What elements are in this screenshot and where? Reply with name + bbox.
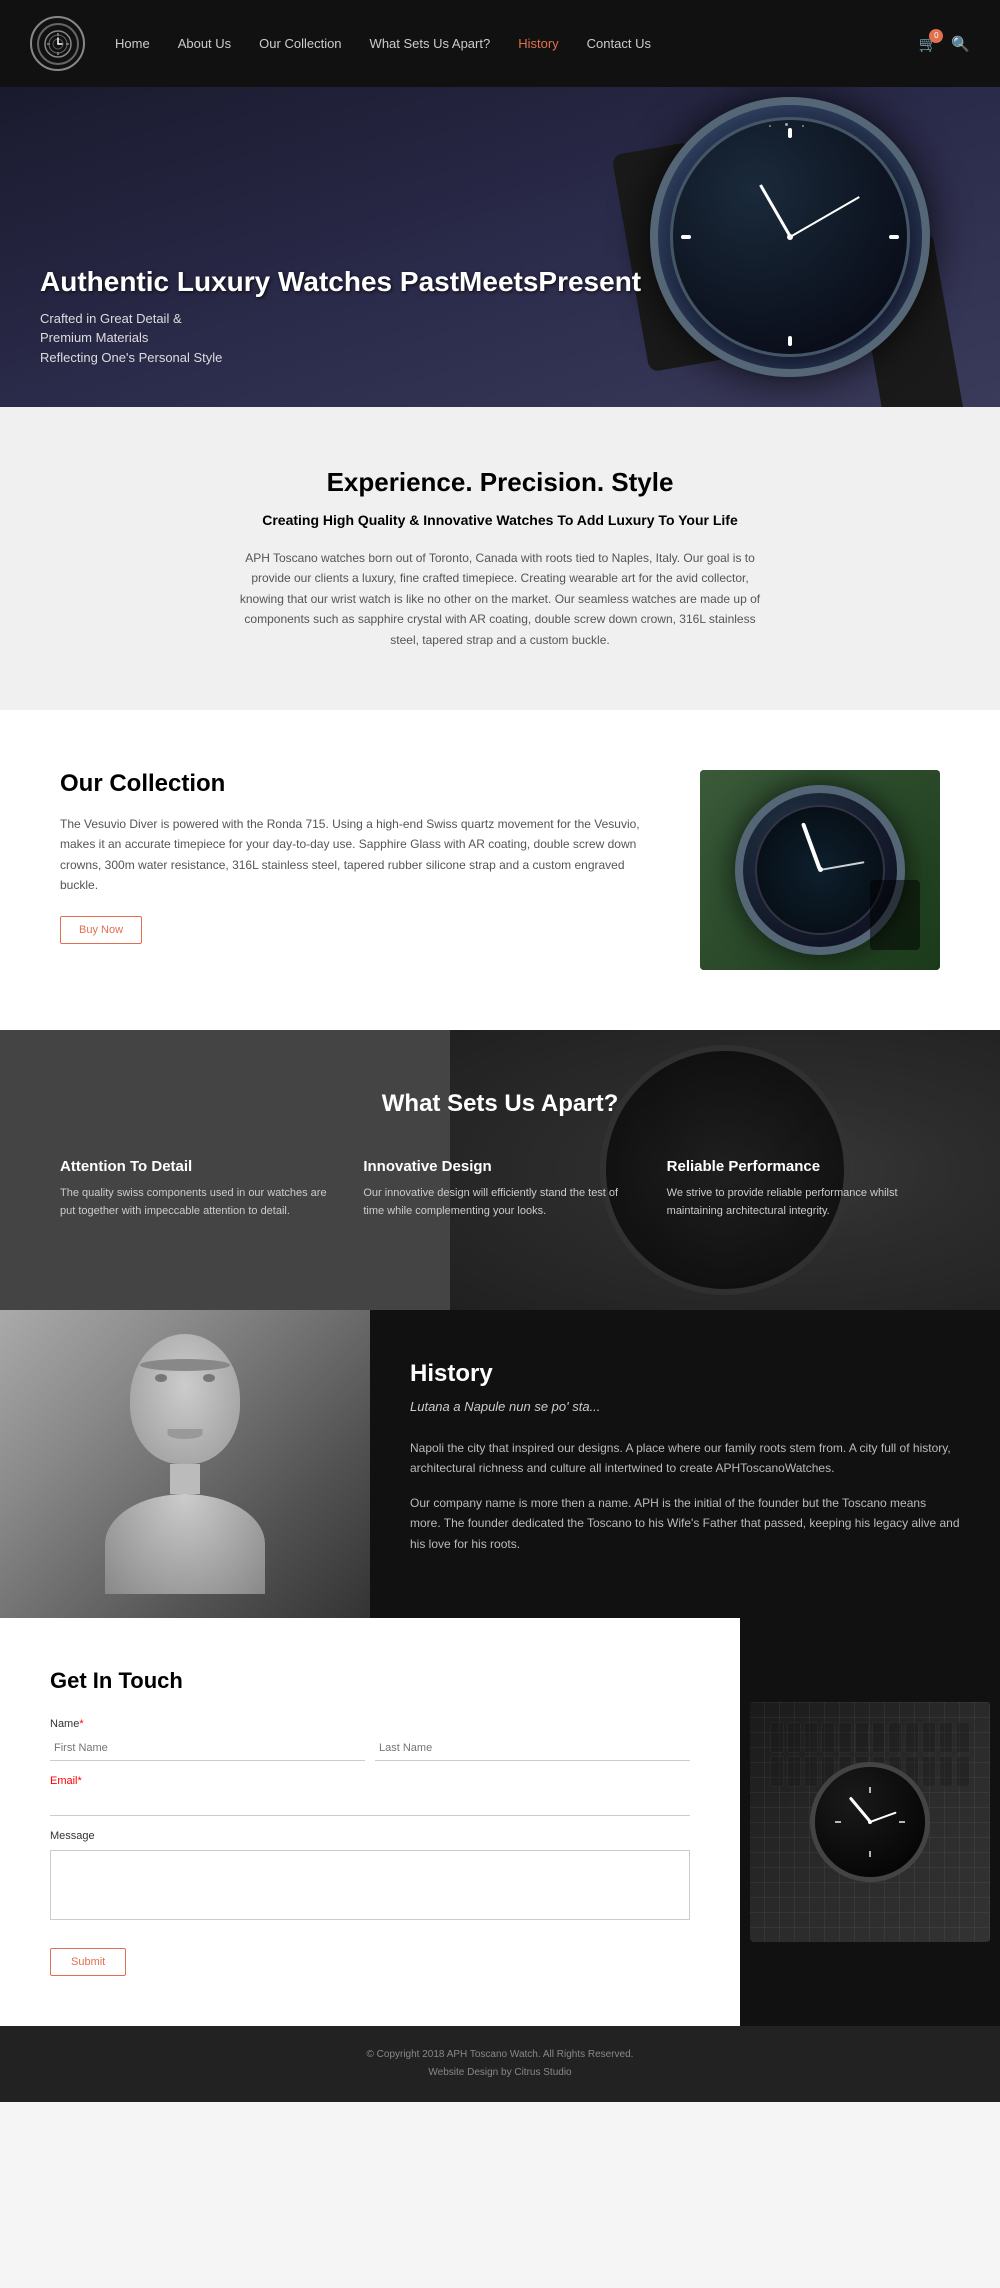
email-group: Email* <box>50 1775 690 1816</box>
experience-subheading: Creating High Quality & Innovative Watch… <box>80 512 920 528</box>
hero-title: Authentic Luxury Watches PastMeetsPresen… <box>40 265 641 299</box>
footer-design: Website Design by Citrus Studio <box>20 2064 980 2082</box>
apart-feature-performance: Reliable Performance We strive to provid… <box>667 1158 940 1220</box>
buy-now-button[interactable]: Buy Now <box>60 916 142 944</box>
footer-copyright: © Copyright 2018 APH Toscano Watch. All … <box>20 2046 980 2064</box>
contact-section: Get In Touch Name* Email* Message Submit <box>0 1618 1000 2026</box>
experience-section: Experience. Precision. Style Creating Hi… <box>0 407 1000 710</box>
footer: © Copyright 2018 APH Toscano Watch. All … <box>0 2026 1000 2102</box>
contact-heading: Get In Touch <box>50 1668 690 1694</box>
nav-icons: 🛒 0 🔍 <box>919 35 970 53</box>
message-label: Message <box>50 1830 690 1842</box>
nav-links: Home About Us Our Collection What Sets U… <box>115 35 919 53</box>
keyboard-watch-graphic <box>750 1702 990 1942</box>
apart-feature-performance-title: Reliable Performance <box>667 1158 940 1175</box>
apart-heading: What Sets Us Apart? <box>60 1090 940 1118</box>
apart-features: Attention To Detail The quality swiss co… <box>60 1158 940 1220</box>
apart-feature-detail-title: Attention To Detail <box>60 1158 333 1175</box>
apart-feature-detail: Attention To Detail The quality swiss co… <box>60 1158 333 1220</box>
experience-heading: Experience. Precision. Style <box>80 467 920 498</box>
history-para2: Our company name is more then a name. AP… <box>410 1493 960 1554</box>
apart-feature-design-body: Our innovative design will efficiently s… <box>363 1185 636 1220</box>
history-text: History Lutana a Napule nun se po' sta..… <box>370 1310 1000 1618</box>
nav-about[interactable]: About Us <box>178 36 231 51</box>
collection-body: The Vesuvio Diver is powered with the Ro… <box>60 814 660 896</box>
nav-apart[interactable]: What Sets Us Apart? <box>370 36 491 51</box>
navbar: Home About Us Our Collection What Sets U… <box>0 0 1000 87</box>
email-label: Email* <box>50 1775 690 1787</box>
watch-on-keyboard <box>810 1762 930 1882</box>
message-input[interactable] <box>50 1850 690 1920</box>
hero-subtitle: Crafted in Great Detail & Premium Materi… <box>40 309 641 368</box>
submit-button[interactable]: Submit <box>50 1948 126 1976</box>
email-input[interactable] <box>50 1791 690 1816</box>
first-name-input[interactable] <box>50 1736 365 1761</box>
apart-section: What Sets Us Apart? Attention To Detail … <box>0 1030 1000 1310</box>
logo[interactable] <box>30 16 85 71</box>
contact-form-area: Get In Touch Name* Email* Message Submit <box>0 1618 740 2026</box>
nav-contact[interactable]: Contact Us <box>587 36 651 51</box>
message-group: Message <box>50 1830 690 1920</box>
history-section: History Lutana a Napule nun se po' sta..… <box>0 1310 1000 1618</box>
hero-content: Authentic Luxury Watches PastMeetsPresen… <box>0 265 681 407</box>
nav-home[interactable]: Home <box>115 36 150 51</box>
history-heading: History <box>410 1360 960 1388</box>
nav-history[interactable]: History <box>518 36 558 51</box>
history-subtitle: Lutana a Napule nun se po' sta... <box>410 1396 960 1418</box>
history-para1: Napoli the city that inspired our design… <box>410 1438 960 1479</box>
contact-image <box>740 1618 1000 2026</box>
collection-heading: Our Collection <box>60 770 660 798</box>
apart-feature-detail-body: The quality swiss components used in our… <box>60 1185 333 1220</box>
nav-collection[interactable]: Our Collection <box>259 36 341 51</box>
hero-section: Authentic Luxury Watches PastMeetsPresen… <box>0 87 1000 407</box>
history-image <box>0 1310 370 1618</box>
cart-icon[interactable]: 🛒 0 <box>919 35 938 53</box>
search-icon[interactable]: 🔍 <box>951 35 970 53</box>
experience-body: APH Toscano watches born out of Toronto,… <box>230 548 770 650</box>
name-label: Name* <box>50 1718 690 1730</box>
cart-badge: 0 <box>929 29 943 43</box>
collection-section: Our Collection The Vesuvio Diver is powe… <box>0 710 1000 1030</box>
apart-feature-design-title: Innovative Design <box>363 1158 636 1175</box>
logo-inner <box>37 23 79 65</box>
collection-image <box>700 770 940 970</box>
collection-text: Our Collection The Vesuvio Diver is powe… <box>60 770 660 944</box>
last-name-input[interactable] <box>375 1736 690 1761</box>
apart-feature-design: Innovative Design Our innovative design … <box>363 1158 636 1220</box>
apart-content: What Sets Us Apart? Attention To Detail … <box>60 1090 940 1220</box>
logo-icon <box>43 29 73 59</box>
apart-feature-performance-body: We strive to provide reliable performanc… <box>667 1185 940 1220</box>
